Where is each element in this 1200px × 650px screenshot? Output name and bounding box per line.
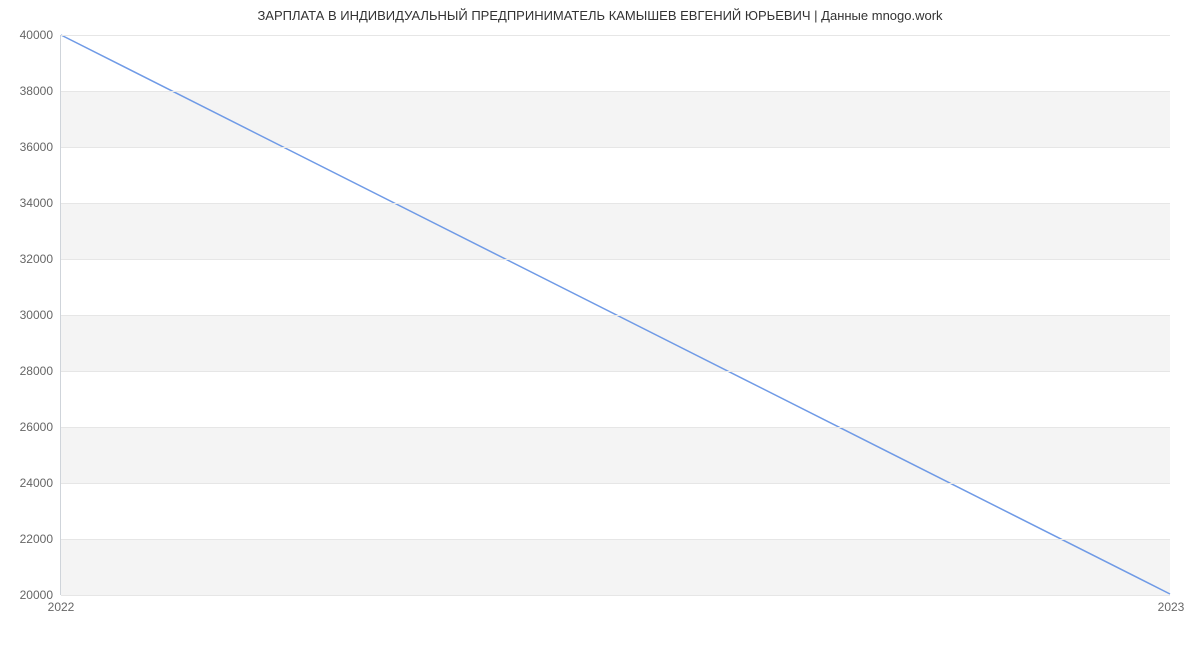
y-tick-label: 40000 [20, 28, 61, 42]
x-tick-label: 2023 [1158, 594, 1185, 614]
gridline [61, 427, 1170, 428]
gridline [61, 539, 1170, 540]
gridline [61, 315, 1170, 316]
gridline [61, 147, 1170, 148]
y-tick-label: 28000 [20, 364, 61, 378]
gridline [61, 35, 1170, 36]
gridline [61, 371, 1170, 372]
y-tick-label: 32000 [20, 252, 61, 266]
y-tick-label: 30000 [20, 308, 61, 322]
gridline [61, 483, 1170, 484]
gridline [61, 259, 1170, 260]
gridline [61, 91, 1170, 92]
y-tick-label: 22000 [20, 532, 61, 546]
gridline [61, 203, 1170, 204]
chart-title: ЗАРПЛАТА В ИНДИВИДУАЛЬНЫЙ ПРЕДПРИНИМАТЕЛ… [0, 0, 1200, 23]
chart-area: 2000022000240002600028000300003200034000… [60, 35, 1170, 595]
plot-area: 2000022000240002600028000300003200034000… [60, 35, 1170, 595]
y-tick-label: 24000 [20, 476, 61, 490]
y-tick-label: 26000 [20, 420, 61, 434]
x-tick-label: 2022 [48, 594, 75, 614]
y-tick-label: 36000 [20, 140, 61, 154]
gridline [61, 595, 1170, 596]
y-tick-label: 34000 [20, 196, 61, 210]
y-tick-label: 38000 [20, 84, 61, 98]
